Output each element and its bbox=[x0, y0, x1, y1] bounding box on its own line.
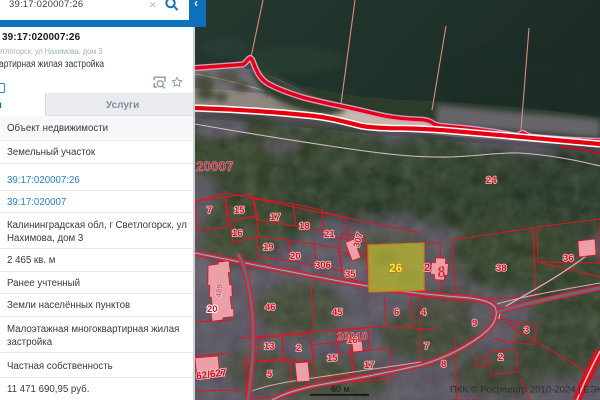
svg-text:2: 2 bbox=[424, 262, 430, 274]
svg-text:21: 21 bbox=[324, 229, 335, 240]
svg-text:35: 35 bbox=[345, 269, 356, 280]
svg-text:15: 15 bbox=[234, 205, 245, 216]
svg-text:20: 20 bbox=[207, 304, 218, 315]
svg-text:2: 2 bbox=[498, 352, 503, 363]
svg-text:5: 5 bbox=[267, 369, 273, 380]
svg-text:20: 20 bbox=[290, 251, 301, 262]
svg-text:8: 8 bbox=[441, 359, 446, 370]
svg-text:36: 36 bbox=[563, 253, 574, 264]
svg-text:45: 45 bbox=[332, 307, 343, 318]
svg-text:15: 15 bbox=[327, 353, 338, 364]
svg-text:20007: 20007 bbox=[196, 159, 234, 174]
svg-text:46: 46 bbox=[265, 302, 276, 313]
svg-text:38: 38 bbox=[496, 263, 507, 274]
svg-text:3: 3 bbox=[524, 325, 529, 336]
svg-text:7: 7 bbox=[207, 205, 212, 216]
svg-text:2: 2 bbox=[296, 343, 301, 354]
svg-text:16: 16 bbox=[232, 228, 243, 239]
svg-text:13: 13 bbox=[264, 341, 275, 352]
svg-text:17: 17 bbox=[364, 360, 375, 371]
svg-text:20010: 20010 bbox=[337, 331, 368, 343]
svg-text:19: 19 bbox=[263, 242, 274, 253]
svg-text:7: 7 bbox=[424, 341, 429, 352]
svg-text:17: 17 bbox=[270, 212, 281, 223]
svg-text:4: 4 bbox=[421, 307, 427, 318]
svg-text:6: 6 bbox=[394, 307, 399, 318]
svg-text:26: 26 bbox=[389, 261, 403, 275]
svg-text:ПКК © Росреестр 2010-2024 | ЕЭ: ПКК © Росреестр 2010-2024 | ЕЭКО © Росре… bbox=[450, 385, 600, 396]
svg-text:9: 9 bbox=[472, 318, 477, 329]
svg-text:24: 24 bbox=[486, 175, 497, 186]
svg-text:60 м: 60 м bbox=[331, 384, 350, 394]
svg-text:18: 18 bbox=[299, 221, 310, 232]
svg-text:306: 306 bbox=[315, 260, 331, 271]
